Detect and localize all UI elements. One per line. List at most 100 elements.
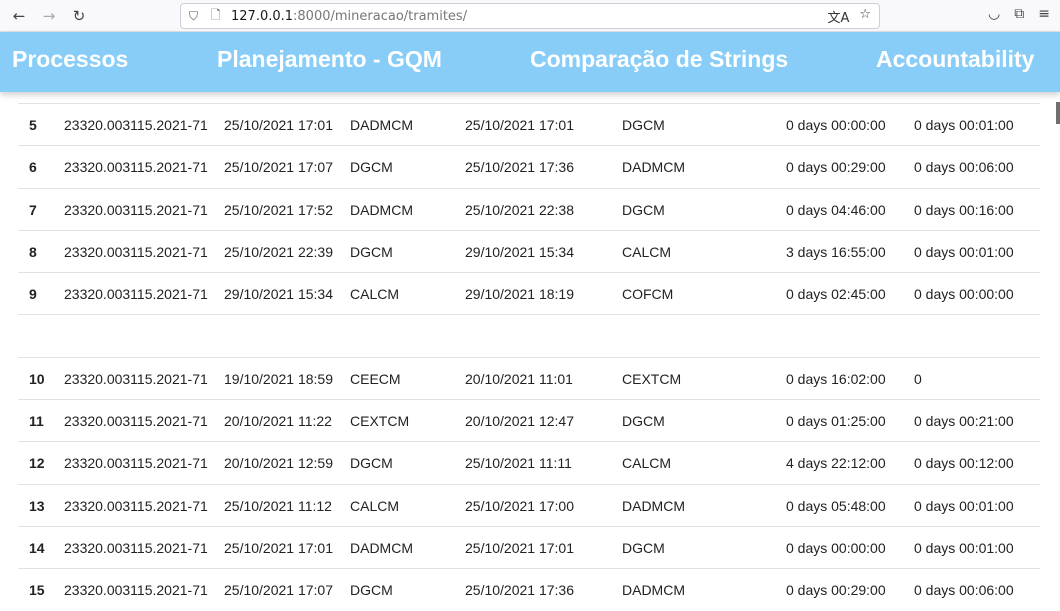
cell-processo: 23320.003115.2021-71 (64, 201, 208, 218)
bookmark-star-icon[interactable]: ☆ (859, 7, 871, 26)
cell-destino: DGCM (622, 117, 665, 133)
cell-destino: COFCM (622, 286, 674, 303)
cell-processo: 23320.003115.2021-71 (64, 159, 208, 176)
cell-tempo-espera: 0 days 00:21:00 (914, 413, 1014, 430)
cell-data-fim: 25/10/2021 17:00 (465, 497, 574, 514)
table-row: 13 23320.003115.2021-71 25/10/2021 11:12 CA… (18, 483, 1040, 526)
cell-data-inicio: 25/10/2021 17:07 (224, 582, 333, 599)
cell-processo: 23320.003115.2021-71 (64, 117, 208, 133)
cell-origem: CEECM (350, 370, 401, 387)
cell-data-inicio: 19/10/2021 18:59 (224, 370, 333, 387)
cell-id: 5 (29, 117, 37, 133)
cell-processo: 23320.003115.2021-71 (64, 455, 208, 472)
cell-origem: DGCM (350, 243, 393, 260)
cell-tempo-espera: 0 days 00:06:00 (914, 159, 1014, 176)
cell-data-fim: 29/10/2021 15:34 (465, 243, 574, 260)
cell-tempo-espera: 0 days 00:01:00 (914, 539, 1014, 556)
table-row: 10 23320.003115.2021-71 19/10/2021 18:59 CE… (18, 356, 1040, 399)
url-host: 127.0.0.1 (231, 8, 294, 24)
table-row: 8 23320.003115.2021-71 25/10/2021 22:39 DGC… (18, 229, 1040, 272)
table-row: 7 23320.003115.2021-71 25/10/2021 17:52 DAD… (18, 187, 1040, 230)
cell-id: 12 (29, 455, 45, 472)
cell-data-inicio: 25/10/2021 11:12 (224, 497, 332, 514)
translate-icon[interactable]: 文A (827, 7, 849, 26)
cell-tempo-espera: 0 days 00:01:00 (914, 497, 1014, 514)
cell-processo: 23320.003115.2021-71 (64, 413, 208, 430)
cell-processo: 23320.003115.2021-71 (64, 582, 208, 599)
cell-tempo-espera: 0 days 00:00:00 (914, 286, 1014, 303)
cell-data-inicio: 20/10/2021 12:59 (224, 455, 333, 472)
table-row: 12 23320.003115.2021-71 20/10/2021 12:59 DG… (18, 441, 1040, 483)
cell-destino: DADMCM (622, 582, 685, 599)
cell-destino: CALCM (622, 243, 672, 260)
cell-tempo: 0 days 16:02:00 (786, 370, 886, 387)
tramites-table: 5 23320.003115.2021-71 25/10/2021 17:01 DAD… (18, 103, 1040, 611)
menu-icon[interactable]: ≡ (1038, 6, 1050, 22)
reload-icon[interactable]: ↻ (68, 5, 90, 27)
table-row: 9 23320.003115.2021-71 29/10/2021 15:34 CAL… (18, 272, 1040, 314)
cell-data-fim: 25/10/2021 17:01 (465, 117, 574, 133)
nav-link-comparacao-strings[interactable]: Comparação de Strings (530, 46, 788, 73)
scrollbar-thumb[interactable] (1056, 102, 1060, 124)
browser-toolbar: ← → ↻ ⛉ 🗋 127.0.0.1:8000/mineracao/trami… (0, 0, 1060, 32)
cell-processo: 23320.003115.2021-71 (64, 539, 208, 556)
cell-id: 15 (29, 582, 45, 599)
cell-origem: CALCM (350, 497, 400, 514)
cell-destino: DGCM (622, 413, 665, 430)
cell-destino: CEXTCM (622, 370, 682, 387)
cell-tempo: 0 days 00:00:00 (786, 539, 886, 556)
nav-link-accountability[interactable]: Accountability (876, 46, 1034, 73)
shield-icon[interactable]: ⛉ (189, 9, 203, 24)
cell-id: 11 (29, 413, 44, 430)
cell-origem: CEXTCM (350, 413, 410, 430)
cell-tempo-espera: 0 (914, 370, 922, 387)
cell-data-fim: 20/10/2021 12:47 (465, 413, 574, 430)
cell-tempo-espera: 0 days 00:01:00 (914, 117, 1014, 133)
cell-id: 7 (29, 201, 37, 218)
app-navbar: Processos Planejamento - GQM Comparação … (0, 32, 1060, 124)
cell-id: 14 (29, 539, 45, 556)
cell-destino: DADMCM (622, 497, 685, 514)
cell-data-fim: 29/10/2021 18:19 (465, 286, 574, 303)
nav-link-processos[interactable]: Processos (12, 46, 128, 73)
page-info-icon[interactable]: 🗋 (211, 6, 225, 27)
cell-id: 6 (29, 159, 37, 176)
url-text[interactable]: 127.0.0.1:8000/mineracao/tramites/ (231, 9, 467, 24)
pocket-icon[interactable]: ◡ (988, 6, 1000, 22)
cell-data-fim: 25/10/2021 17:36 (465, 582, 574, 599)
cell-tempo: 0 days 00:29:00 (786, 582, 886, 599)
cell-tempo: 3 days 16:55:00 (786, 243, 886, 260)
cell-tempo: 0 days 02:45:00 (786, 286, 886, 303)
cell-processo: 23320.003115.2021-71 (64, 370, 208, 387)
extensions-icon[interactable]: ⧉ (1014, 6, 1024, 22)
cell-tempo-espera: 0 days 00:16:00 (914, 201, 1014, 218)
cell-data-inicio: 20/10/2021 11:22 (224, 413, 332, 430)
cell-tempo-espera: 0 days 00:06:00 (914, 582, 1014, 599)
table-row: 14 23320.003115.2021-71 25/10/2021 17:01 DA… (18, 525, 1040, 568)
cell-tempo: 0 days 05:48:00 (786, 497, 886, 514)
cell-origem: DGCM (350, 582, 393, 599)
table-row: 6 23320.003115.2021-71 25/10/2021 17:07 DGC… (18, 145, 1040, 187)
cell-processo: 23320.003115.2021-71 (64, 497, 208, 514)
cell-origem: DGCM (350, 455, 393, 472)
table-row: 15 23320.003115.2021-71 25/10/2021 17:07 DG… (18, 568, 1040, 610)
url-bar[interactable]: ⛉ 🗋 127.0.0.1:8000/mineracao/tramites/ 文… (180, 3, 880, 29)
cell-data-fim: 25/10/2021 11:11 (465, 455, 572, 472)
table-row: 5 23320.003115.2021-71 25/10/2021 17:01 DAD… (18, 103, 1040, 145)
cell-id: 8 (29, 243, 37, 260)
cell-origem: DGCM (350, 159, 393, 176)
cell-origem: DADMCM (350, 539, 413, 556)
table-row-empty (18, 314, 1040, 356)
cell-data-fim: 25/10/2021 22:38 (465, 201, 574, 218)
back-icon[interactable]: ← (8, 5, 30, 27)
cell-data-fim: 20/10/2021 11:01 (465, 370, 573, 387)
url-path: :8000/mineracao/tramites/ (293, 8, 468, 24)
cell-origem: DADMCM (350, 201, 413, 218)
cell-origem: CALCM (350, 286, 400, 303)
nav-link-planejamento-gqm[interactable]: Planejamento - GQM (217, 46, 442, 73)
cell-tempo-espera: 0 days 00:01:00 (914, 243, 1014, 260)
cell-tempo: 0 days 04:46:00 (786, 201, 886, 218)
forward-icon[interactable]: → (38, 5, 60, 27)
cell-tempo: 4 days 22:12:00 (786, 455, 886, 472)
cell-tempo: 0 days 00:29:00 (786, 159, 886, 176)
